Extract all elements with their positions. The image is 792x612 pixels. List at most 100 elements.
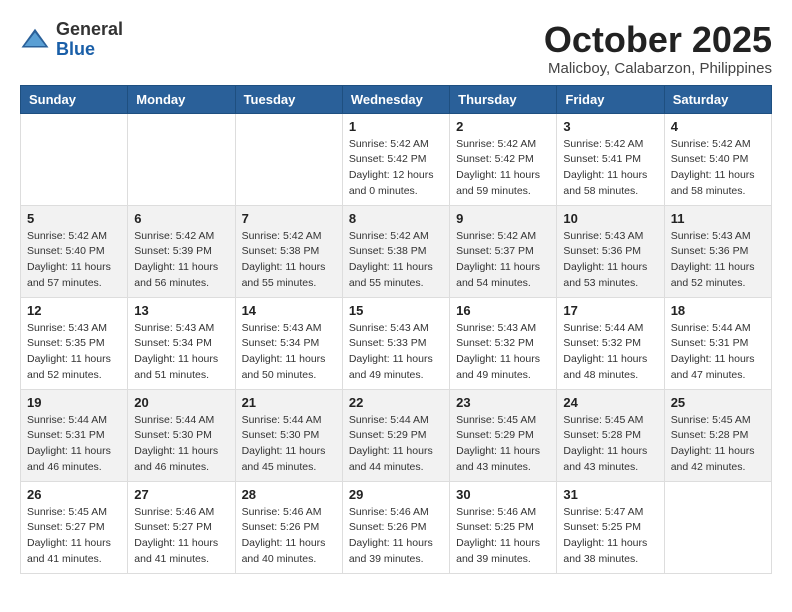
cell-date: 5 — [27, 211, 121, 226]
cell-info: Sunrise: 5:42 AMSunset: 5:38 PMDaylight:… — [349, 229, 443, 292]
week-row-1: 1 Sunrise: 5:42 AMSunset: 5:42 PMDaylight… — [21, 113, 772, 205]
cell-date: 14 — [242, 303, 336, 318]
cell-date: 20 — [134, 395, 228, 410]
cell-info: Sunrise: 5:42 AMSunset: 5:41 PMDaylight:… — [563, 137, 657, 200]
location: Malicboy, Calabarzon, Philippines — [544, 60, 772, 77]
cell-date: 22 — [349, 395, 443, 410]
cell-info: Sunrise: 5:46 AMSunset: 5:26 PMDaylight:… — [242, 505, 336, 568]
calendar-cell — [21, 113, 128, 205]
week-row-4: 19 Sunrise: 5:44 AMSunset: 5:31 PMDayligh… — [21, 389, 772, 481]
cell-info: Sunrise: 5:44 AMSunset: 5:30 PMDaylight:… — [134, 413, 228, 476]
calendar-cell: 29 Sunrise: 5:46 AMSunset: 5:26 PMDayligh… — [342, 481, 449, 573]
cell-date: 24 — [563, 395, 657, 410]
calendar-cell: 22 Sunrise: 5:44 AMSunset: 5:29 PMDayligh… — [342, 389, 449, 481]
cell-date: 29 — [349, 487, 443, 502]
cell-info: Sunrise: 5:44 AMSunset: 5:30 PMDaylight:… — [242, 413, 336, 476]
calendar-cell: 21 Sunrise: 5:44 AMSunset: 5:30 PMDayligh… — [235, 389, 342, 481]
calendar-cell: 5 Sunrise: 5:42 AMSunset: 5:40 PMDaylight… — [21, 205, 128, 297]
day-header-friday: Friday — [557, 85, 664, 113]
cell-info: Sunrise: 5:44 AMSunset: 5:31 PMDaylight:… — [27, 413, 121, 476]
calendar-container: General Blue October 2025 Malicboy, Cala… — [0, 0, 792, 584]
cell-info: Sunrise: 5:42 AMSunset: 5:42 PMDaylight:… — [349, 137, 443, 200]
cell-info: Sunrise: 5:42 AMSunset: 5:40 PMDaylight:… — [27, 229, 121, 292]
cell-date: 31 — [563, 487, 657, 502]
week-row-5: 26Sunrise: 5:45 AMSunset: 5:27 PMDayligh… — [21, 481, 772, 573]
cell-date: 1 — [349, 119, 443, 134]
week-row-2: 5 Sunrise: 5:42 AMSunset: 5:40 PMDaylight… — [21, 205, 772, 297]
cell-date: 23 — [456, 395, 550, 410]
cell-info: Sunrise: 5:42 AMSunset: 5:42 PMDaylight:… — [456, 137, 550, 200]
logo-icon — [20, 25, 50, 55]
logo: General Blue — [20, 20, 123, 60]
cell-info: Sunrise: 5:42 AMSunset: 5:39 PMDaylight:… — [134, 229, 228, 292]
calendar-cell — [128, 113, 235, 205]
cell-info: Sunrise: 5:46 AMSunset: 5:26 PMDaylight:… — [349, 505, 443, 568]
cell-info: Sunrise: 5:46 AMSunset: 5:27 PMDaylight:… — [134, 505, 228, 568]
cell-date: 13 — [134, 303, 228, 318]
logo-general: General — [56, 19, 123, 39]
cell-info: Sunrise: 5:43 AMSunset: 5:34 PMDaylight:… — [134, 321, 228, 384]
calendar-table: SundayMondayTuesdayWednesdayThursdayFrid… — [20, 85, 772, 574]
cell-info: Sunrise: 5:45 AMSunset: 5:29 PMDaylight:… — [456, 413, 550, 476]
cell-date: 28 — [242, 487, 336, 502]
calendar-cell: 12Sunrise: 5:43 AMSunset: 5:35 PMDayligh… — [21, 297, 128, 389]
cell-date: 21 — [242, 395, 336, 410]
cell-date: 15 — [349, 303, 443, 318]
logo-blue: Blue — [56, 39, 95, 59]
calendar-cell: 4 Sunrise: 5:42 AMSunset: 5:40 PMDaylight… — [664, 113, 771, 205]
logo-text: General Blue — [56, 20, 123, 60]
cell-info: Sunrise: 5:43 AMSunset: 5:32 PMDaylight:… — [456, 321, 550, 384]
calendar-cell: 3 Sunrise: 5:42 AMSunset: 5:41 PMDaylight… — [557, 113, 664, 205]
calendar-cell: 23 Sunrise: 5:45 AMSunset: 5:29 PMDayligh… — [450, 389, 557, 481]
cell-info: Sunrise: 5:44 AMSunset: 5:29 PMDaylight:… — [349, 413, 443, 476]
calendar-cell: 8 Sunrise: 5:42 AMSunset: 5:38 PMDaylight… — [342, 205, 449, 297]
calendar-cell: 6Sunrise: 5:42 AMSunset: 5:39 PMDaylight… — [128, 205, 235, 297]
cell-info: Sunrise: 5:43 AMSunset: 5:36 PMDaylight:… — [671, 229, 765, 292]
calendar-cell: 30 Sunrise: 5:46 AMSunset: 5:25 PMDayligh… — [450, 481, 557, 573]
cell-date: 18 — [671, 303, 765, 318]
cell-date: 26 — [27, 487, 121, 502]
calendar-cell: 24 Sunrise: 5:45 AMSunset: 5:28 PMDayligh… — [557, 389, 664, 481]
calendar-cell: 10Sunrise: 5:43 AMSunset: 5:36 PMDayligh… — [557, 205, 664, 297]
cell-date: 17 — [563, 303, 657, 318]
day-header-thursday: Thursday — [450, 85, 557, 113]
cell-date: 10 — [563, 211, 657, 226]
cell-info: Sunrise: 5:44 AMSunset: 5:31 PMDaylight:… — [671, 321, 765, 384]
day-header-saturday: Saturday — [664, 85, 771, 113]
calendar-cell: 9Sunrise: 5:42 AMSunset: 5:37 PMDaylight… — [450, 205, 557, 297]
cell-date: 27 — [134, 487, 228, 502]
cell-date: 2 — [456, 119, 550, 134]
cell-date: 3 — [563, 119, 657, 134]
cell-info: Sunrise: 5:45 AMSunset: 5:28 PMDaylight:… — [563, 413, 657, 476]
title-block: October 2025 Malicboy, Calabarzon, Phili… — [544, 20, 772, 77]
cell-date: 7 — [242, 211, 336, 226]
calendar-cell: 26Sunrise: 5:45 AMSunset: 5:27 PMDayligh… — [21, 481, 128, 573]
calendar-cell — [235, 113, 342, 205]
header: General Blue October 2025 Malicboy, Cala… — [20, 20, 772, 77]
cell-date: 4 — [671, 119, 765, 134]
calendar-cell: 20 Sunrise: 5:44 AMSunset: 5:30 PMDayligh… — [128, 389, 235, 481]
day-header-wednesday: Wednesday — [342, 85, 449, 113]
day-header-monday: Monday — [128, 85, 235, 113]
cell-info: Sunrise: 5:44 AMSunset: 5:32 PMDaylight:… — [563, 321, 657, 384]
week-row-3: 12Sunrise: 5:43 AMSunset: 5:35 PMDayligh… — [21, 297, 772, 389]
calendar-cell: 1 Sunrise: 5:42 AMSunset: 5:42 PMDaylight… — [342, 113, 449, 205]
calendar-cell: 27 Sunrise: 5:46 AMSunset: 5:27 PMDayligh… — [128, 481, 235, 573]
header-row: SundayMondayTuesdayWednesdayThursdayFrid… — [21, 85, 772, 113]
cell-info: Sunrise: 5:43 AMSunset: 5:34 PMDaylight:… — [242, 321, 336, 384]
calendar-cell: 13 Sunrise: 5:43 AMSunset: 5:34 PMDayligh… — [128, 297, 235, 389]
day-header-tuesday: Tuesday — [235, 85, 342, 113]
cell-date: 19 — [27, 395, 121, 410]
calendar-cell: 14 Sunrise: 5:43 AMSunset: 5:34 PMDayligh… — [235, 297, 342, 389]
cell-info: Sunrise: 5:42 AMSunset: 5:37 PMDaylight:… — [456, 229, 550, 292]
day-header-sunday: Sunday — [21, 85, 128, 113]
cell-date: 30 — [456, 487, 550, 502]
calendar-cell: 19 Sunrise: 5:44 AMSunset: 5:31 PMDayligh… — [21, 389, 128, 481]
cell-date: 16 — [456, 303, 550, 318]
cell-date: 8 — [349, 211, 443, 226]
cell-info: Sunrise: 5:43 AMSunset: 5:33 PMDaylight:… — [349, 321, 443, 384]
cell-info: Sunrise: 5:42 AMSunset: 5:40 PMDaylight:… — [671, 137, 765, 200]
month-title: October 2025 — [544, 20, 772, 60]
cell-info: Sunrise: 5:46 AMSunset: 5:25 PMDaylight:… — [456, 505, 550, 568]
cell-info: Sunrise: 5:43 AMSunset: 5:35 PMDaylight:… — [27, 321, 121, 384]
